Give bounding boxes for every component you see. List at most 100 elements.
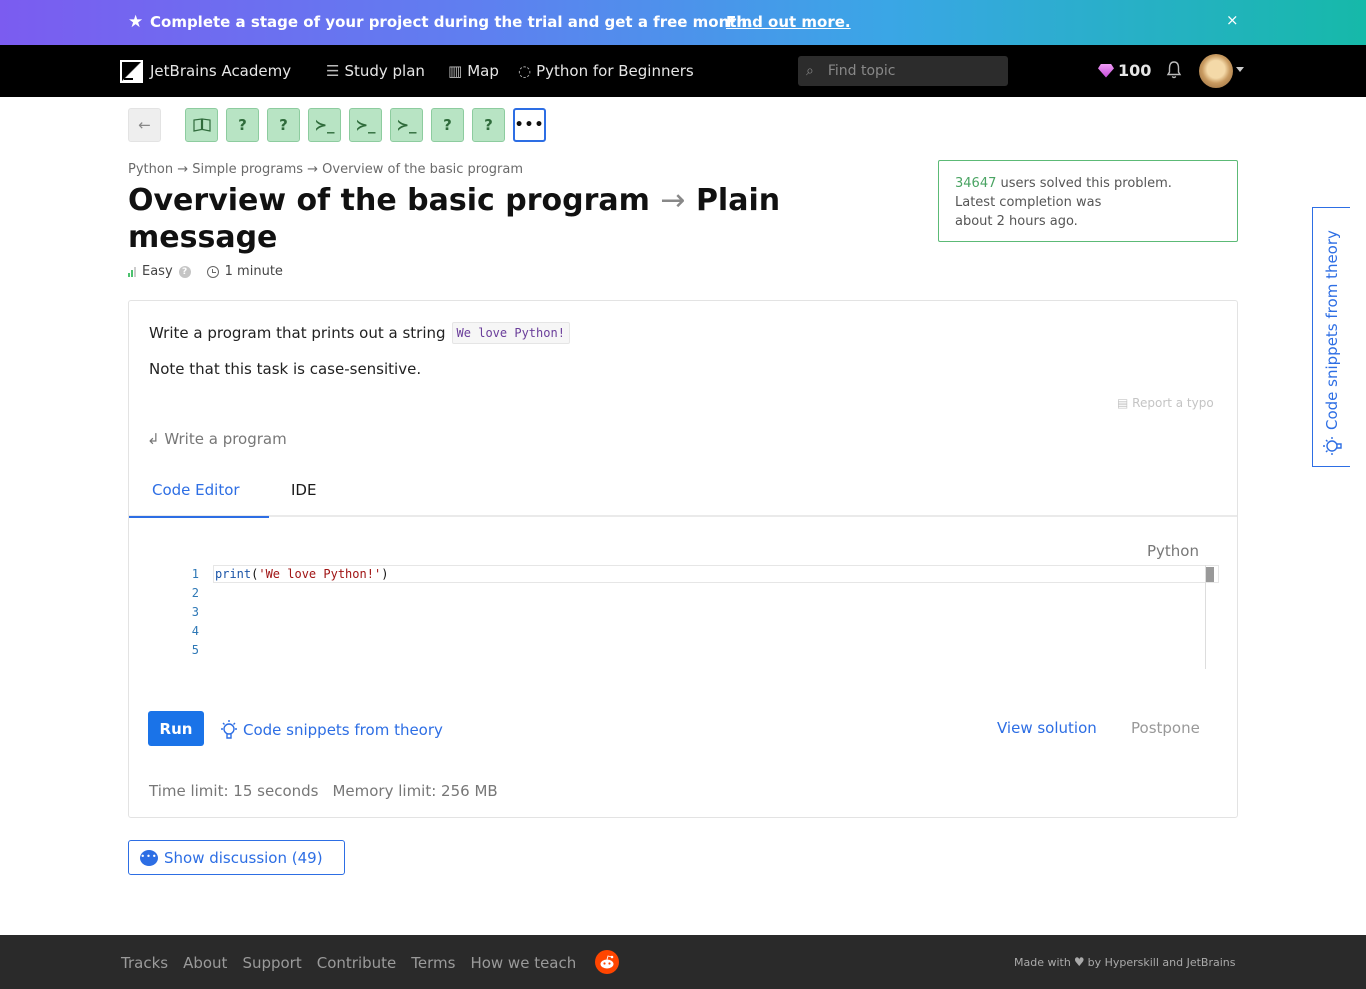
gems-counter[interactable]: 100: [1098, 61, 1151, 80]
step-quiz[interactable]: ?: [431, 108, 464, 142]
avatar[interactable]: [1199, 54, 1233, 88]
step-theory[interactable]: [185, 108, 218, 142]
page-title: Overview of the basic program → Plain me…: [128, 182, 788, 256]
footer-link-contribute[interactable]: Contribute: [317, 954, 397, 972]
run-button[interactable]: Run: [148, 711, 204, 746]
step-code[interactable]: ≻_: [308, 108, 341, 142]
code-function: print: [215, 567, 252, 581]
footer-link-support[interactable]: Support: [242, 954, 301, 972]
report-typo-link[interactable]: ▤ Report a typo: [1117, 396, 1214, 410]
code-string: 'We love Python!': [258, 567, 382, 581]
document-icon: ▤: [1117, 396, 1129, 410]
write-program-label: ↲ Write a program: [147, 430, 287, 448]
nav-study-plan-label: Study plan: [344, 62, 425, 80]
search-box[interactable]: ⌕: [798, 56, 1008, 86]
top-navbar: JetBrains Academy ☰ Study plan ▥ Map ◌ P…: [0, 45, 1366, 97]
help-icon[interactable]: ?: [178, 265, 191, 278]
nav-study-plan[interactable]: ☰ Study plan: [326, 62, 425, 80]
step-navigation: ← ? ? ≻_ ≻_ ≻_ ? ? •••: [128, 108, 546, 142]
search-input[interactable]: [827, 63, 988, 79]
track-icon: ◌: [518, 62, 532, 80]
report-typo-label: Report a typo: [1132, 396, 1214, 410]
code-snippets-link[interactable]: Code snippets from theory: [219, 719, 443, 741]
latest-completion-label: Latest completion was: [955, 195, 1102, 210]
list-icon: ☰: [326, 62, 340, 80]
title-arrow: →: [660, 183, 686, 218]
postpone-link[interactable]: Postpone: [1131, 719, 1200, 737]
promo-text: Complete a stage of your project during …: [150, 13, 753, 31]
back-button[interactable]: ←: [128, 108, 161, 142]
code-snippets-label: Code snippets from theory: [243, 721, 443, 739]
book-icon: [192, 118, 211, 132]
duration-label: 1 minute: [224, 264, 283, 279]
nav-map-label: Map: [467, 62, 499, 80]
brand-name[interactable]: JetBrains Academy: [150, 62, 291, 80]
reddit-icon[interactable]: [595, 950, 619, 974]
promo-banner: ★ Complete a stage of your project durin…: [0, 0, 1366, 45]
task-statement: Write a program that prints out a string…: [149, 322, 570, 344]
breadcrumb[interactable]: Python → Simple programs → Overview of t…: [128, 162, 523, 177]
code-editor[interactable]: 1 2 3 4 5 print('We love Python!'): [157, 565, 1219, 670]
tab-ide[interactable]: IDE: [291, 481, 316, 499]
solved-count: 34647: [955, 176, 997, 191]
star-icon: ★: [128, 12, 144, 32]
line-number: 2: [191, 586, 199, 600]
difficulty-icon: [128, 266, 136, 277]
close-icon[interactable]: ×: [1226, 11, 1239, 29]
gems-count: 100: [1118, 61, 1152, 80]
footer-links: Tracks About Support Contribute Terms Ho…: [121, 954, 576, 972]
code-literal: We love Python!: [451, 322, 570, 344]
memory-limit: Memory limit: 256 MB: [332, 782, 498, 800]
more-steps-button[interactable]: •••: [513, 108, 546, 142]
task-meta: Easy ? 1 minute: [128, 264, 283, 279]
gem-icon: [1098, 63, 1114, 78]
limits: Time limit: 15 seconds Memory limit: 256 …: [149, 782, 498, 800]
heart-icon: ♥: [1073, 955, 1085, 969]
line-number: 5: [191, 643, 199, 657]
lightbulb-icon: [1323, 437, 1342, 455]
view-solution-link[interactable]: View solution: [997, 719, 1097, 737]
made-with-credit: Made with ♥ by Hyperskill and JetBrains: [1014, 955, 1236, 969]
chat-bubble-icon: •••: [140, 849, 158, 866]
tab-code-editor[interactable]: Code Editor: [129, 481, 269, 518]
clock-icon: [206, 265, 219, 278]
time-limit: Time limit: 15 seconds: [149, 782, 319, 800]
code-line[interactable]: print('We love Python!'): [215, 567, 388, 581]
nav-track-label: Python for Beginners: [536, 62, 694, 80]
nav-map[interactable]: ▥ Map: [448, 62, 499, 80]
language-label: Python: [1147, 542, 1199, 560]
solved-stats-box: 34647 users solved this problem. Latest …: [938, 160, 1238, 242]
show-discussion-button[interactable]: ••• Show discussion (49): [128, 840, 345, 875]
footer-link-terms[interactable]: Terms: [411, 954, 455, 972]
bell-icon[interactable]: [1166, 60, 1182, 80]
side-tab-label: Code snippets from theory: [1323, 230, 1341, 430]
lightbulb-icon: [221, 720, 237, 739]
step-code[interactable]: ≻_: [349, 108, 382, 142]
step-code[interactable]: ≻_: [390, 108, 423, 142]
made-prefix: Made with: [1014, 955, 1071, 969]
step-quiz[interactable]: ?: [267, 108, 300, 142]
step-quiz[interactable]: ?: [472, 108, 505, 142]
difficulty-label: Easy: [142, 264, 173, 279]
editor-scroll-thumb[interactable]: [1206, 567, 1214, 582]
nav-track[interactable]: ◌ Python for Beginners: [518, 62, 694, 80]
code-paren-close: ): [381, 567, 389, 581]
latest-completion-time: about 2 hours ago.: [955, 214, 1078, 229]
footer-link-how-we-teach[interactable]: How we teach: [470, 954, 576, 972]
line-number: 1: [191, 567, 199, 581]
step-quiz[interactable]: ?: [226, 108, 259, 142]
task-card: Write a program that prints out a string…: [128, 300, 1238, 818]
line-number: 4: [191, 624, 199, 638]
chevron-down-icon[interactable]: [1236, 67, 1244, 72]
code-snippets-side-tab[interactable]: Code snippets from theory: [1312, 207, 1350, 467]
footer-link-about[interactable]: About: [183, 954, 227, 972]
footer-link-tracks[interactable]: Tracks: [121, 954, 168, 972]
promo-link[interactable]: Find out more.: [726, 13, 851, 31]
map-icon: ▥: [448, 62, 463, 80]
corner-arrow-icon: ↲: [147, 430, 160, 448]
show-discussion-label: Show discussion (49): [164, 848, 323, 867]
line-number: 3: [191, 605, 199, 619]
jetbrains-logo-icon[interactable]: [120, 60, 143, 83]
write-program-text: Write a program: [164, 430, 287, 448]
topic-title: Overview of the basic program: [128, 183, 650, 218]
